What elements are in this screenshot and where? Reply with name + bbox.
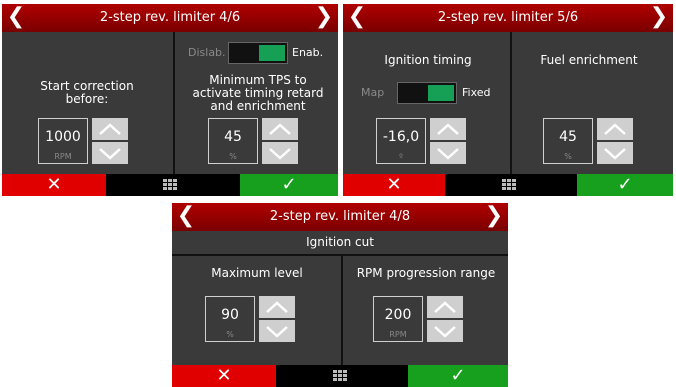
toggle-off-label: Dislab. [188, 46, 226, 59]
chevron-up-icon [437, 123, 459, 135]
title-bar: ❮ 2-step rev. limiter 4/8 ❯ [172, 203, 508, 231]
rpm-progression-label: RPM progression range [356, 266, 496, 280]
fuel-enrichment-unit: % [564, 152, 572, 161]
chevron-down-icon [99, 148, 121, 160]
page-title: 2-step rev. limiter 5/6 [437, 10, 579, 25]
toggle-knob [428, 85, 454, 101]
start-correction-value-box[interactable]: 1000 RPM [38, 118, 88, 164]
chevron-down-icon [269, 148, 291, 160]
increase-button[interactable] [430, 118, 466, 140]
bottom-bar: ✕ ✓ [172, 365, 508, 387]
decrease-button[interactable] [92, 142, 128, 164]
toggle-on-label: Enab. [292, 46, 324, 59]
cancel-button[interactable]: ✕ [343, 174, 445, 196]
next-page-button[interactable]: ❯ [482, 203, 506, 231]
timing-mode-toggle[interactable] [397, 82, 457, 104]
fuel-enrichment-label: Fuel enrichment [540, 53, 638, 67]
cancel-button[interactable]: ✕ [2, 174, 106, 196]
screen-2step-4-6: ❮ 2-step rev. limiter 4/6 ❯ Start correc… [2, 4, 338, 196]
start-correction-label: Start correction before: [40, 79, 134, 106]
decrease-button[interactable] [430, 142, 466, 164]
start-correction-unit: RPM [54, 152, 72, 161]
title-bar: ❮ 2-step rev. limiter 5/6 ❯ [343, 4, 673, 32]
confirm-button[interactable]: ✓ [240, 174, 338, 196]
chevron-down-icon [434, 326, 456, 338]
screen-2step-4-8: ❮ 2-step rev. limiter 4/8 ❯ Ignition cut… [172, 203, 508, 387]
increase-button[interactable] [262, 118, 298, 140]
title-bar: ❮ 2-step rev. limiter 4/6 ❯ [2, 4, 338, 32]
fuel-enrichment-value: 45 [559, 129, 577, 145]
increase-button[interactable] [597, 118, 633, 140]
ignition-timing-value: -16,0 [382, 129, 420, 145]
ignition-timing-value-box[interactable]: -16,0 º [376, 118, 426, 164]
rpm-progression-unit: RPM [389, 330, 407, 339]
bottom-bar: ✕ ✓ [2, 174, 338, 196]
confirm-button[interactable]: ✓ [408, 365, 508, 387]
chevron-up-icon [269, 123, 291, 135]
bottom-bar: ✕ ✓ [343, 174, 673, 196]
section-header: Ignition cut [306, 235, 374, 249]
panel-divider [173, 32, 175, 174]
chevron-down-icon [266, 326, 288, 338]
confirm-button[interactable]: ✓ [577, 174, 673, 196]
increase-button[interactable] [92, 118, 128, 140]
rpm-progression-value-box[interactable]: 200 RPM [373, 296, 423, 342]
decrease-button[interactable] [597, 142, 633, 164]
chevron-down-icon [604, 148, 626, 160]
chevron-up-icon [604, 123, 626, 135]
toggle-on-label: Fixed [462, 86, 491, 99]
ignition-timing-label: Ignition timing [384, 53, 472, 67]
maximum-level-label: Maximum level [211, 266, 303, 280]
cancel-button[interactable]: ✕ [172, 365, 276, 387]
rpm-progression-value: 200 [384, 307, 412, 323]
next-page-button[interactable]: ❯ [647, 4, 671, 32]
start-correction-value: 1000 [45, 129, 81, 145]
toggle-knob [259, 45, 285, 61]
enable-toggle[interactable] [228, 42, 288, 64]
page-title: 2-step rev. limiter 4/6 [99, 10, 241, 25]
min-tps-unit: % [229, 152, 237, 161]
chevron-up-icon [434, 301, 456, 313]
decrease-button[interactable] [259, 320, 295, 342]
min-tps-value-box[interactable]: 45 % [208, 118, 258, 164]
increase-button[interactable] [259, 296, 295, 318]
fuel-enrichment-value-box[interactable]: 45 % [543, 118, 593, 164]
maximum-level-value: 90 [221, 307, 239, 323]
min-tps-value: 45 [224, 129, 242, 145]
decrease-button[interactable] [262, 142, 298, 164]
chevron-up-icon [99, 123, 121, 135]
grid-menu-icon[interactable] [333, 370, 347, 382]
chevron-up-icon [266, 301, 288, 313]
screen-2step-5-6: ❮ 2-step rev. limiter 5/6 ❯ Ignition tim… [343, 4, 673, 196]
grid-menu-icon[interactable] [163, 179, 177, 191]
grid-menu-icon[interactable] [502, 179, 516, 191]
chevron-down-icon [437, 148, 459, 160]
panel-divider [510, 32, 512, 174]
min-tps-label: Minimum TPS to activate timing retard an… [192, 73, 324, 113]
ignition-timing-unit: º [399, 152, 403, 161]
panel-divider [341, 256, 343, 366]
maximum-level-value-box[interactable]: 90 % [205, 296, 255, 342]
increase-button[interactable] [427, 296, 463, 318]
decrease-button[interactable] [427, 320, 463, 342]
next-page-button[interactable]: ❯ [312, 4, 336, 32]
maximum-level-unit: % [226, 330, 234, 339]
page-title: 2-step rev. limiter 4/8 [269, 209, 411, 224]
header-divider [172, 254, 508, 256]
toggle-off-label: Map [361, 86, 385, 99]
